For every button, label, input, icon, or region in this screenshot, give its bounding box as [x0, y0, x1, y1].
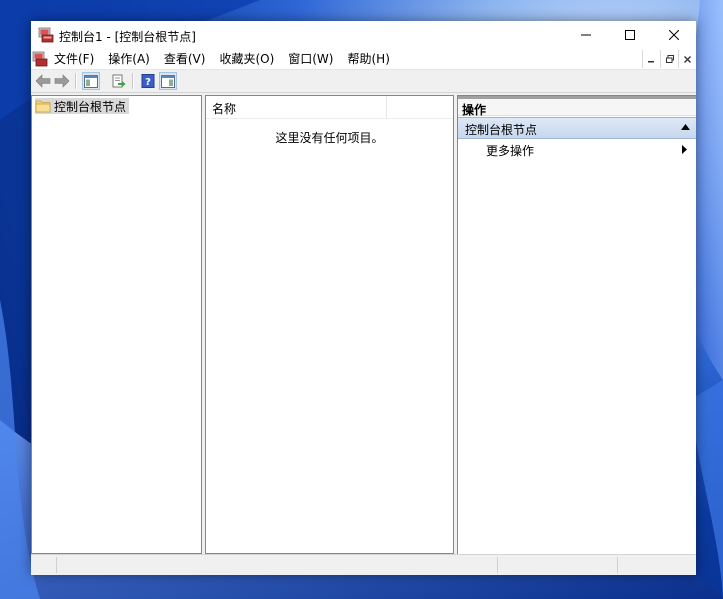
- status-divider: [617, 557, 618, 573]
- list-column-header: 名称: [206, 96, 453, 119]
- column-header-name[interactable]: 名称: [212, 100, 236, 117]
- child-window-controls: [642, 49, 696, 69]
- restore-icon: [665, 55, 674, 63]
- mmc-window: 控制台1 - [控制台根节点] 文件(F) 操作(A) 查看(V) 收藏夹(O)…: [31, 21, 696, 575]
- help-button[interactable]: ?: [139, 72, 157, 90]
- empty-list-message: 这里没有任何项目。: [275, 131, 384, 145]
- menu-help[interactable]: 帮助(H): [340, 49, 396, 69]
- minimize-icon: [581, 34, 591, 36]
- child-window-icon[interactable]: [32, 51, 48, 67]
- collapse-up-icon[interactable]: [681, 124, 690, 130]
- back-button[interactable]: [34, 72, 52, 90]
- menu-action[interactable]: 操作(A): [101, 49, 157, 69]
- status-divider: [497, 557, 498, 573]
- minimize-icon: [648, 60, 654, 62]
- show-hide-action-pane-icon: [161, 74, 175, 88]
- mmc-app-icon: [38, 27, 54, 43]
- svg-text:?: ?: [145, 77, 151, 88]
- close-icon: [669, 30, 679, 40]
- actions-pane: 操作 控制台根节点 更多操作: [457, 95, 696, 554]
- minimize-button[interactable]: [564, 21, 608, 49]
- maximize-icon: [625, 30, 635, 40]
- forward-button[interactable]: [53, 72, 71, 90]
- child-restore-button[interactable]: [660, 50, 678, 68]
- show-hide-tree-button[interactable]: [82, 72, 100, 90]
- status-bar: [31, 554, 696, 575]
- child-minimize-button[interactable]: [642, 50, 660, 68]
- column-divider[interactable]: [386, 96, 387, 118]
- menu-window[interactable]: 窗口(W): [281, 49, 340, 69]
- menu-favorites[interactable]: 收藏夹(O): [212, 49, 281, 69]
- action-group-console-root[interactable]: 控制台根节点: [458, 117, 696, 139]
- results-list-pane[interactable]: 名称 这里没有任何项目。: [205, 95, 454, 554]
- menu-file[interactable]: 文件(F): [47, 49, 101, 69]
- maximize-button[interactable]: [608, 21, 652, 49]
- title-bar[interactable]: 控制台1 - [控制台根节点]: [31, 21, 696, 49]
- child-close-button[interactable]: [678, 50, 696, 68]
- console-tree-pane[interactable]: 控制台根节点: [31, 95, 202, 554]
- submenu-arrow-icon: [682, 145, 687, 154]
- close-icon: [684, 55, 691, 63]
- window-title: 控制台1 - [控制台根节点]: [59, 30, 196, 44]
- action-group-label: 控制台根节点: [465, 123, 538, 137]
- toolbar: ?: [31, 70, 696, 93]
- back-arrow-icon: [35, 74, 51, 88]
- menu-bar: 文件(F) 操作(A) 查看(V) 收藏夹(O) 窗口(W) 帮助(H): [31, 49, 696, 70]
- actions-pane-title: 操作: [462, 103, 487, 117]
- tree-node-label: 控制台根节点: [54, 99, 127, 114]
- forward-arrow-icon: [54, 74, 70, 88]
- show-hide-action-pane-button[interactable]: [159, 72, 177, 90]
- actions-pane-header: 操作: [458, 96, 696, 117]
- close-button[interactable]: [652, 21, 696, 49]
- status-divider: [56, 557, 57, 573]
- help-icon: ?: [141, 74, 155, 88]
- menu-view[interactable]: 查看(V): [157, 49, 213, 69]
- export-list-icon: [112, 74, 126, 88]
- show-hide-tree-icon: [84, 74, 98, 88]
- export-list-button[interactable]: [110, 72, 128, 90]
- toolbar-separator: [75, 73, 77, 89]
- menu-items: 文件(F) 操作(A) 查看(V) 收藏夹(O) 窗口(W) 帮助(H): [47, 49, 397, 69]
- action-more-actions[interactable]: 更多操作: [486, 142, 534, 159]
- tree-node-console-root[interactable]: 控制台根节点: [35, 98, 130, 114]
- toolbar-separator: [132, 73, 134, 89]
- folder-icon: [35, 100, 51, 113]
